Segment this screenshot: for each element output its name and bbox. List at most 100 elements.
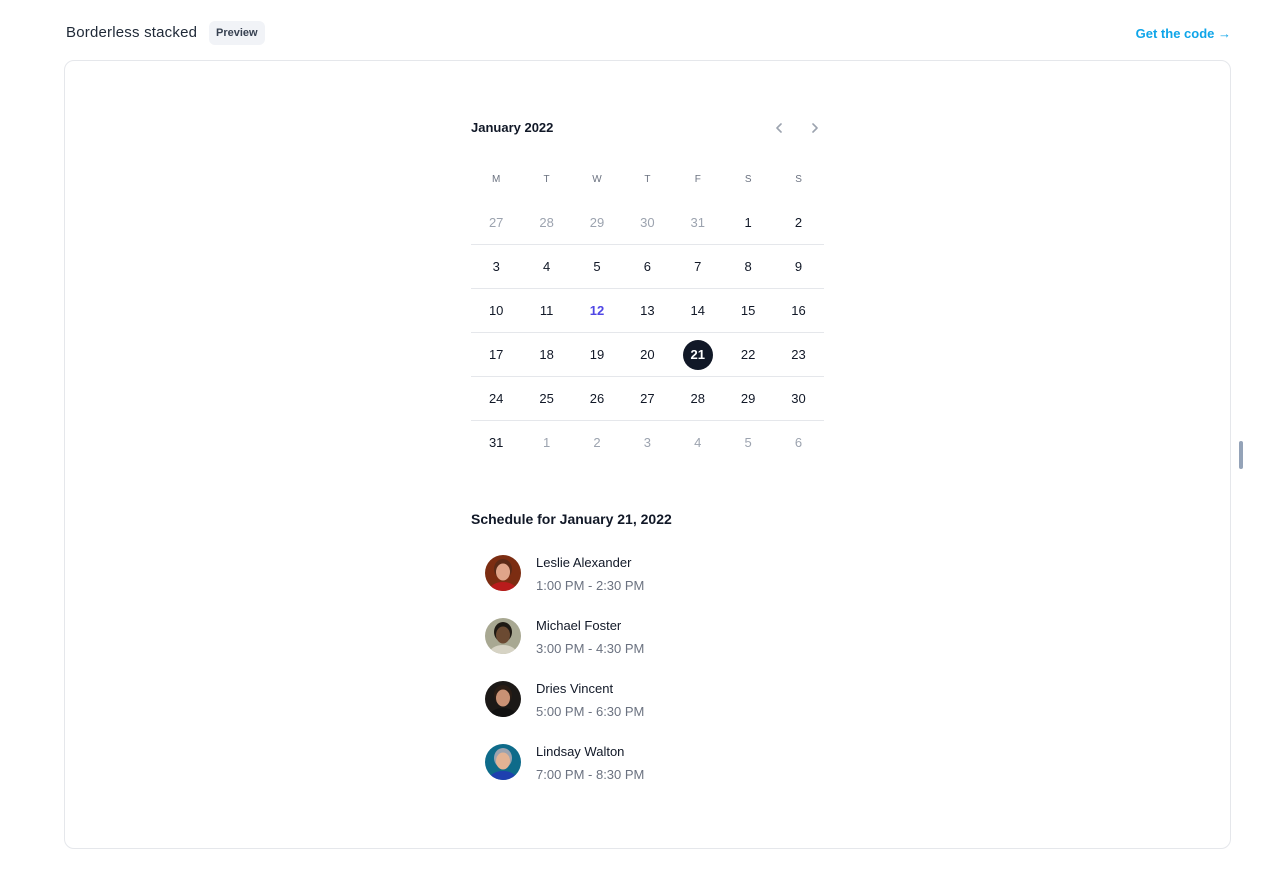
day-number: 11	[539, 303, 554, 318]
calendar-day[interactable]: 30	[622, 200, 672, 244]
calendar-week-row: 17 18 19 20 21 22 23	[471, 332, 824, 376]
calendar-day[interactable]: 14	[673, 289, 723, 332]
day-number: 6	[794, 435, 803, 450]
day-number: 31	[690, 214, 705, 230]
calendar-day[interactable]: 29	[723, 377, 773, 420]
calendar-day[interactable]: 11	[521, 289, 571, 332]
calendar-day[interactable]: 13	[622, 289, 672, 332]
calendar-header: January 2022	[471, 116, 824, 140]
calendar-day[interactable]: 15	[723, 289, 773, 332]
calendar-day[interactable]: 29	[572, 200, 622, 244]
day-number: 27	[640, 391, 655, 406]
get-code-link[interactable]: Get the code →	[1136, 26, 1231, 41]
calendar-day[interactable]: 4	[673, 421, 723, 464]
calendar-day[interactable]: 1	[521, 421, 571, 464]
weekday-label: T	[644, 174, 651, 185]
calendar-day[interactable]: 7	[673, 245, 723, 288]
calendar-day[interactable]: 20	[622, 333, 672, 376]
day-number: 5	[593, 259, 601, 274]
day-number: 14	[690, 303, 705, 318]
preview-badge[interactable]: Preview	[209, 21, 265, 45]
calendar-day[interactable]: 3	[471, 245, 521, 288]
calendar-grid: 27 28 29 30 31 1 2 3 4 5 6 7 8 9 10 11 12 13 14 15 16 17 18 19 2…	[471, 200, 824, 464]
day-number: 2	[794, 214, 803, 230]
calendar-day[interactable]: 9	[773, 245, 823, 288]
avatar	[485, 681, 521, 717]
day-number: 29	[589, 214, 605, 230]
calendar-day[interactable]: 25	[521, 377, 571, 420]
day-number: 6	[643, 259, 651, 274]
schedule-item[interactable]: Lindsay Walton 7:00 PM - 8:30 PM	[485, 742, 845, 805]
chevron-left-icon	[776, 123, 782, 133]
day-number: 7	[694, 259, 702, 274]
calendar-day[interactable]: 28	[521, 200, 571, 244]
calendar-day[interactable]: 30	[773, 377, 823, 420]
day-number: 19	[589, 347, 605, 362]
avatar	[485, 744, 521, 780]
day-number: 27	[488, 214, 504, 230]
previous-month-button[interactable]	[767, 116, 791, 140]
calendar: January 2022 MTWTFSS 27 28 29 30 31 1 2 3 4 5 6 7 8 9…	[471, 116, 824, 450]
calendar-day[interactable]: 22	[723, 333, 773, 376]
day-number: 25	[539, 391, 554, 406]
schedule-item[interactable]: Michael Foster 3:00 PM - 4:30 PM	[485, 616, 845, 679]
calendar-day[interactable]: 2	[773, 200, 823, 244]
day-number: 17	[488, 347, 504, 362]
person-name: Dries Vincent	[536, 681, 614, 696]
day-number: 12	[589, 303, 605, 318]
day-number: 30	[791, 391, 806, 406]
calendar-day[interactable]: 31	[471, 421, 521, 464]
person-name: Michael Foster	[536, 618, 622, 633]
calendar-day[interactable]: 19	[572, 333, 622, 376]
calendar-day[interactable]: 5	[723, 421, 773, 464]
day-number: 24	[488, 391, 504, 406]
calendar-day[interactable]: 27	[622, 377, 672, 420]
day-number: 5	[744, 435, 752, 450]
calendar-day[interactable]: 31	[673, 200, 723, 244]
day-number: 9	[794, 259, 803, 274]
calendar-day-selected[interactable]: 21	[673, 333, 723, 376]
day-number: 18	[539, 347, 554, 362]
avatar	[485, 618, 521, 654]
calendar-day[interactable]: 6	[622, 245, 672, 288]
schedule-item[interactable]: Dries Vincent 5:00 PM - 6:30 PM	[485, 679, 845, 742]
calendar-day[interactable]: 18	[521, 333, 571, 376]
calendar-day-today[interactable]: 12	[572, 289, 622, 332]
calendar-day[interactable]: 26	[572, 377, 622, 420]
day-number: 1	[542, 435, 551, 450]
weekday-label: T	[543, 174, 550, 185]
calendar-day[interactable]: 2	[572, 421, 622, 464]
calendar-day[interactable]: 16	[773, 289, 823, 332]
section-title: Borderless stacked	[66, 24, 198, 41]
person-avatar-icon	[485, 681, 521, 717]
day-number: 21	[682, 339, 713, 370]
calendar-day[interactable]: 3	[622, 421, 672, 464]
calendar-day[interactable]: 23	[773, 333, 823, 376]
calendar-week-row: 27 28 29 30 31 1 2	[471, 200, 824, 244]
calendar-day[interactable]: 1	[723, 200, 773, 244]
next-month-button[interactable]	[803, 116, 827, 140]
meeting-time: 3:00 PM - 4:30 PM	[536, 641, 645, 656]
scrollbar-thumb[interactable]	[1239, 441, 1243, 469]
calendar-day[interactable]: 27	[471, 200, 521, 244]
month-label: January 2022	[471, 120, 554, 135]
calendar-day[interactable]: 17	[471, 333, 521, 376]
person-avatar-icon	[485, 555, 521, 591]
calendar-day[interactable]: 24	[471, 377, 521, 420]
calendar-day[interactable]: 10	[471, 289, 521, 332]
calendar-day[interactable]: 4	[521, 245, 571, 288]
calendar-week-row: 3 4 5 6 7 8 9	[471, 244, 824, 288]
day-number: 28	[539, 214, 554, 230]
day-number: 23	[791, 347, 806, 362]
day-number: 26	[589, 391, 605, 406]
calendar-day[interactable]: 6	[773, 421, 823, 464]
day-number: 3	[643, 435, 651, 450]
schedule-item[interactable]: Leslie Alexander 1:00 PM - 2:30 PM	[485, 553, 845, 616]
calendar-day[interactable]: 28	[673, 377, 723, 420]
calendar-day[interactable]: 8	[723, 245, 773, 288]
calendar-day[interactable]: 5	[572, 245, 622, 288]
day-number: 28	[690, 391, 705, 406]
weekday-label: F	[694, 174, 701, 185]
day-number: 29	[740, 391, 756, 406]
meeting-time: 1:00 PM - 2:30 PM	[536, 578, 645, 593]
